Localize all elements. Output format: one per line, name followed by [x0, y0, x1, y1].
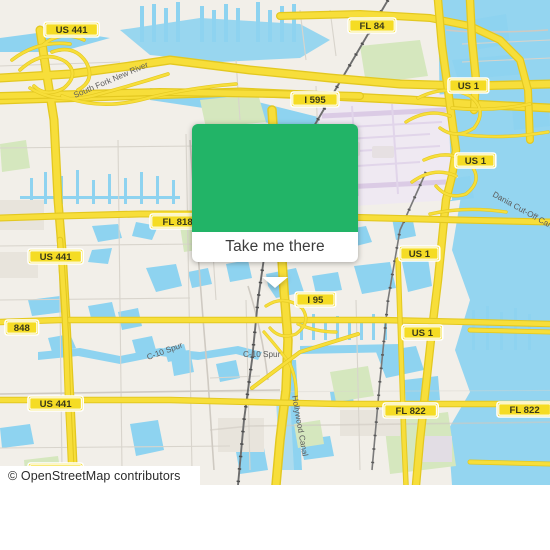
road-shield: US 441 — [27, 248, 85, 265]
moovit-map-screen: South Fork New River Dania Cut-Off Canal… — [0, 0, 550, 550]
road-shield-label: FL 822 — [509, 405, 539, 416]
road-shield: US 1 — [401, 324, 444, 341]
road-shield: FL 822 — [382, 402, 440, 419]
road-shield: US 1 — [398, 245, 441, 262]
road-shield-label: US 441 — [40, 399, 73, 410]
road-shield-label: US 1 — [412, 328, 434, 339]
road-shield-label: FL 822 — [395, 406, 425, 417]
road-shield: FL 84 — [347, 17, 397, 34]
popup-pointer-tail — [262, 277, 288, 288]
map-canvas[interactable]: South Fork New River Dania Cut-Off Canal… — [0, 0, 550, 485]
road-shield: I 95 — [294, 291, 337, 308]
road-shield: US 1 — [454, 152, 497, 169]
take-me-there-button[interactable]: Take me there — [192, 232, 358, 262]
road-shield: US 1 — [447, 77, 490, 94]
road-shield: I 595 — [290, 91, 340, 108]
map-attribution: © OpenStreetMap contributors — [0, 466, 200, 485]
road-shield-label: US 441 — [40, 252, 73, 263]
attribution-text: © OpenStreetMap contributors — [8, 468, 181, 483]
road-shield: FL 822 — [496, 401, 550, 418]
road-shield-label: US 1 — [465, 156, 487, 167]
bottom-info-bar: Action Tool Co, Miami — [0, 485, 550, 550]
road-shield-label: FL 818 — [162, 217, 193, 228]
take-me-there-label: Take me there — [225, 238, 325, 255]
svg-text:C-10 Spur: C-10 Spur — [243, 350, 281, 359]
road-shield-label: I 595 — [304, 95, 326, 106]
road-shield-label: US 1 — [409, 249, 431, 260]
road-shield: 848 — [4, 319, 40, 336]
road-shield: US 441 — [43, 21, 101, 38]
road-shield-label: FL 84 — [360, 21, 386, 32]
road-shield-label: US 1 — [458, 81, 480, 92]
map-info-popup[interactable]: Take me there — [192, 124, 358, 288]
popup-image-area — [192, 124, 358, 232]
road-shield-label: US 441 — [56, 25, 89, 36]
road-shield: US 441 — [27, 395, 85, 412]
road-shield-label: I 95 — [307, 295, 324, 306]
road-shield-label: 848 — [14, 323, 31, 334]
